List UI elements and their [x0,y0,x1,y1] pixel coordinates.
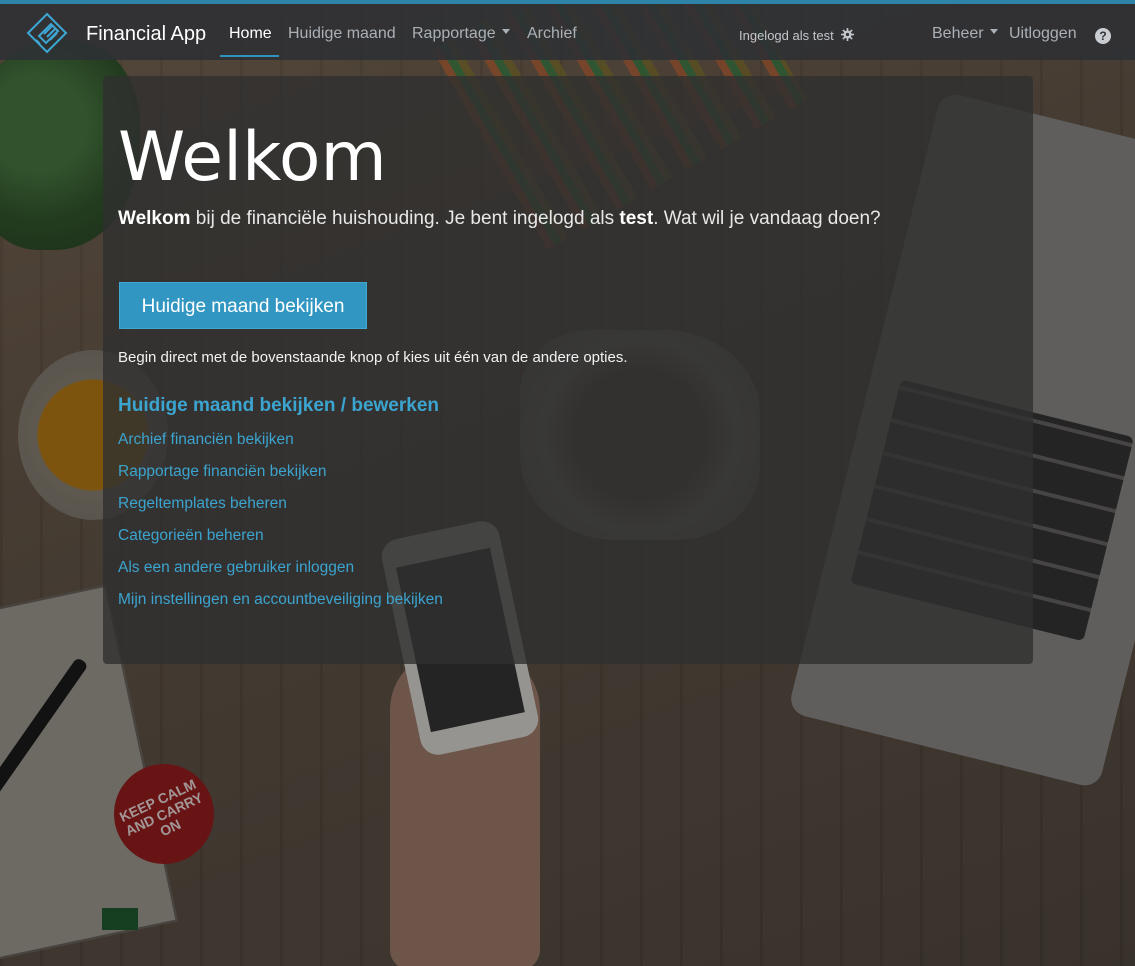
link-reporting[interactable]: Rapportage financiën bekijken [118,463,327,481]
view-current-month-button[interactable]: Huidige maand bekijken [119,282,367,329]
brand-name[interactable]: Financial App [86,23,206,46]
link-account-settings[interactable]: Mijn instellingen en accountbeveiliging … [118,591,443,609]
lead-bold-username: test [619,208,654,229]
nav-beheer-label: Beheer [932,25,984,42]
logged-in-text: Ingelogd als test [739,28,834,43]
lead-bold-welkom: Welkom [118,208,191,229]
gear-icon[interactable] [841,28,855,42]
link-archive[interactable]: Archief financiën bekijken [118,431,294,449]
page-title: Welkom [118,118,387,197]
link-rule-templates[interactable]: Regeltemplates beheren [118,495,287,513]
welcome-lead: Welkom bij de financiële huishouding. Je… [118,208,881,230]
top-navbar: Financial App Home Huidige maand Rapport… [0,0,1135,60]
lead-text-1: bij de financiële huishouding. Je bent i… [190,208,620,229]
nav-rapportage-dropdown[interactable]: Rapportage [412,25,510,43]
link-switch-user[interactable]: Als een andere gebruiker inloggen [118,559,354,577]
link-categories[interactable]: Categorieën beheren [118,527,264,545]
chevron-down-icon [501,29,510,35]
nav-huidige-maand[interactable]: Huidige maand [288,25,396,43]
lead-text-2: . Wat wil je vandaag doen? [653,208,881,229]
nav-uitloggen[interactable]: Uitloggen [1009,25,1077,43]
chevron-down-icon [989,29,998,35]
nav-beheer-dropdown[interactable]: Beheer [932,25,998,43]
app-logo-icon[interactable] [26,12,68,54]
nav-archief[interactable]: Archief [527,25,577,43]
hint-text: Begin direct met de bovenstaande knop of… [118,349,628,366]
link-current-month-edit[interactable]: Huidige maand bekijken / bewerken [118,395,439,417]
nav-home[interactable]: Home [229,25,272,43]
question-circle-icon[interactable]: ? [1095,28,1111,44]
logged-in-status[interactable]: Ingelogd als test [739,28,855,43]
nav-rapportage-label: Rapportage [412,25,496,42]
active-nav-indicator [220,55,279,57]
